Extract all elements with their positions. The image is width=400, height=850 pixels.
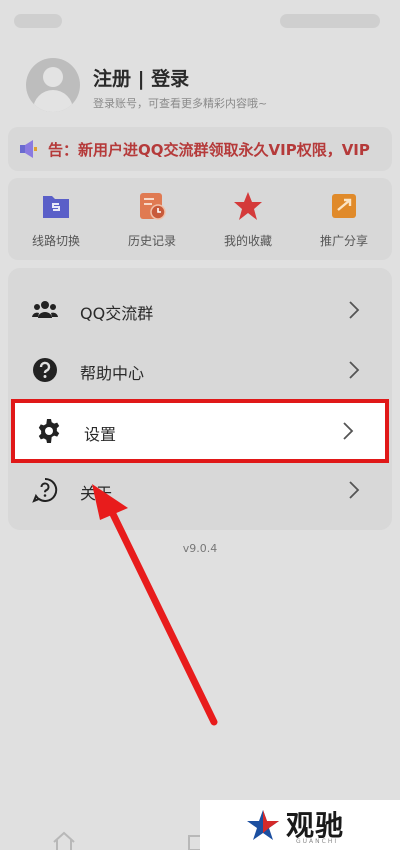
- quick-route-switch[interactable]: 线路切换: [8, 190, 104, 254]
- group-icon: [32, 301, 58, 318]
- about-icon: [32, 477, 58, 503]
- route-switch-icon: [43, 196, 69, 218]
- settings-row-content: 设置: [12, 403, 382, 459]
- avatar[interactable]: [26, 58, 80, 112]
- history-icon: [140, 193, 166, 220]
- menu-item-help[interactable]: 帮助中心: [8, 340, 392, 400]
- menu-item-settings[interactable]: 设置: [11, 399, 389, 463]
- favorite-star-icon: [234, 192, 262, 220]
- status-time-blurred: [14, 14, 62, 28]
- home-tab-icon[interactable]: [52, 830, 76, 850]
- status-bar: [0, 0, 400, 40]
- quick-history[interactable]: 历史记录: [104, 190, 200, 254]
- chevron-right-icon: [349, 481, 360, 499]
- chevron-right-icon: [349, 301, 360, 319]
- guanchi-star-logo: [247, 810, 279, 840]
- watermark-logo: 观驰 GUANCHI: [200, 800, 400, 850]
- app-version: v9.0.4: [182, 542, 218, 555]
- notice-text: 告：新用户进QQ交流群领取永久VIP权限，VIP: [48, 141, 370, 159]
- login-hint: 登录账号，可查看更多精彩内容哦~: [93, 97, 268, 110]
- menu-item-about[interactable]: 关于: [8, 460, 392, 520]
- help-icon: [33, 358, 57, 382]
- chevron-right-icon: [343, 422, 354, 440]
- profile-header[interactable]: 注册 | 登录 登录账号，可查看更多精彩内容哦~: [26, 58, 386, 122]
- status-icons-blurred: [280, 14, 380, 28]
- quick-actions: 线路切换 历史记录 我的收藏 推广分享: [8, 178, 392, 260]
- quick-favorites[interactable]: 我的收藏: [200, 190, 296, 254]
- gear-icon: [38, 419, 60, 443]
- share-icon: [332, 194, 356, 218]
- speaker-icon: [20, 140, 37, 158]
- chevron-right-icon: [349, 361, 360, 379]
- menu-item-qq-group[interactable]: QQ交流群: [8, 280, 392, 340]
- login-register-link[interactable]: 注册 | 登录: [93, 64, 189, 91]
- quick-share[interactable]: 推广分享: [296, 190, 392, 254]
- notice-bar[interactable]: 告：新用户进QQ交流群领取永久VIP权限，VIP: [8, 127, 392, 171]
